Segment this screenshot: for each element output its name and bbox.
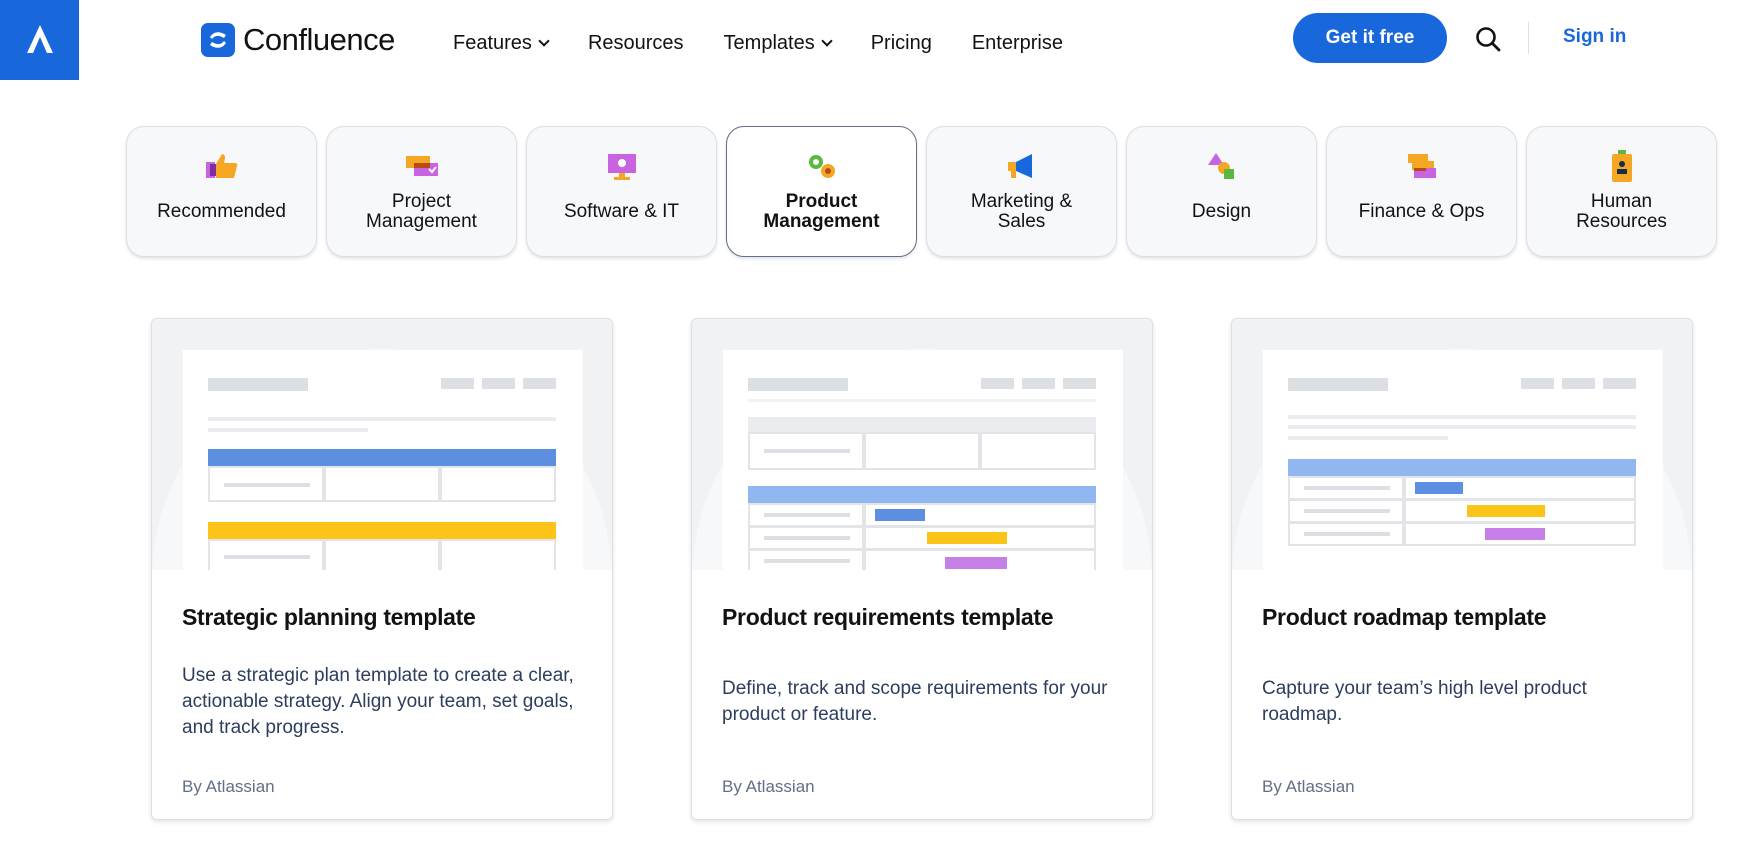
gears-icon (804, 149, 840, 185)
stacked-cards-icon (1404, 149, 1440, 185)
thumbs-up-icon (204, 149, 240, 185)
confluence-icon (201, 23, 235, 57)
atlassian-icon (26, 25, 53, 53)
template-card-product-roadmap[interactable]: Product roadmap template Capture your te… (1231, 318, 1693, 820)
brand-name: Confluence (243, 22, 395, 57)
megaphone-icon (1004, 149, 1040, 185)
get-it-free-button[interactable]: Get it free (1293, 13, 1447, 63)
project-cards-icon (404, 149, 440, 185)
template-preview (152, 319, 612, 570)
tab-software-it[interactable]: Software & IT (526, 126, 717, 257)
tab-product-management[interactable]: Product Management (726, 126, 917, 257)
chevron-down-icon (538, 34, 550, 47)
card-author: By Atlassian (182, 777, 275, 796)
tab-marketing-sales[interactable]: Marketing & Sales (926, 126, 1117, 257)
nav-features-label: Features (453, 31, 532, 54)
tab-label: Recommended (157, 201, 286, 222)
template-preview (692, 319, 1152, 570)
card-title: Strategic planning template (182, 604, 476, 630)
tab-label: Finance & Ops (1358, 201, 1485, 222)
nav-enterprise-label: Enterprise (971, 31, 1063, 54)
search-icon[interactable] (1474, 25, 1502, 53)
nav-features[interactable]: Features (453, 30, 550, 56)
atlassian-logo[interactable] (0, 0, 79, 80)
tab-design[interactable]: Design (1126, 126, 1317, 257)
tab-label: Project Management (366, 191, 477, 232)
tab-finance-ops[interactable]: Finance & Ops (1326, 126, 1517, 257)
tab-label: Human Resources (1576, 191, 1667, 232)
monitor-icon (604, 149, 640, 185)
nav-templates-label: Templates (723, 31, 815, 54)
sign-in-link[interactable]: Sign in (1563, 26, 1626, 48)
tab-label: Design (1191, 201, 1252, 222)
shapes-icon (1204, 149, 1240, 185)
nav-pricing-label: Pricing (870, 31, 932, 54)
nav-pricing[interactable]: Pricing (871, 30, 932, 56)
category-tabs: Recommended Project Management Software … (126, 126, 1717, 257)
tab-recommended[interactable]: Recommended (126, 126, 317, 257)
id-badge-icon (1604, 149, 1640, 185)
nav-resources[interactable]: Resources (588, 30, 684, 56)
nav-enterprise[interactable]: Enterprise (972, 30, 1063, 56)
chevron-down-icon (821, 34, 833, 47)
template-card-product-requirements[interactable]: Product requirements template Define, tr… (691, 318, 1153, 820)
card-description: Capture your team’s high level product r… (1262, 678, 1587, 725)
nav-templates[interactable]: Templates (723, 30, 833, 56)
card-description: Define, track and scope requirements for… (722, 678, 1108, 725)
card-author: By Atlassian (722, 777, 815, 796)
confluence-logo[interactable]: Confluence (201, 22, 395, 58)
template-preview (1232, 319, 1692, 570)
tab-human-resources[interactable]: Human Resources (1526, 126, 1717, 257)
tab-project-management[interactable]: Project Management (326, 126, 517, 257)
tab-label: Product Management (763, 191, 880, 232)
tab-label: Marketing & Sales (970, 191, 1073, 232)
card-title: Product requirements template (722, 604, 1054, 630)
nav-resources-label: Resources (587, 31, 684, 54)
card-description: Use a strategic plan template to create … (182, 665, 574, 738)
tab-label: Software & IT (563, 201, 680, 222)
card-author: By Atlassian (1262, 777, 1355, 796)
main-nav: Features Resources Templates Pricing Ent… (453, 30, 1103, 56)
card-title: Product roadmap template (1262, 604, 1547, 630)
header-divider (1528, 22, 1529, 54)
template-card-strategic-planning[interactable]: Strategic planning template Use a strate… (151, 318, 613, 820)
